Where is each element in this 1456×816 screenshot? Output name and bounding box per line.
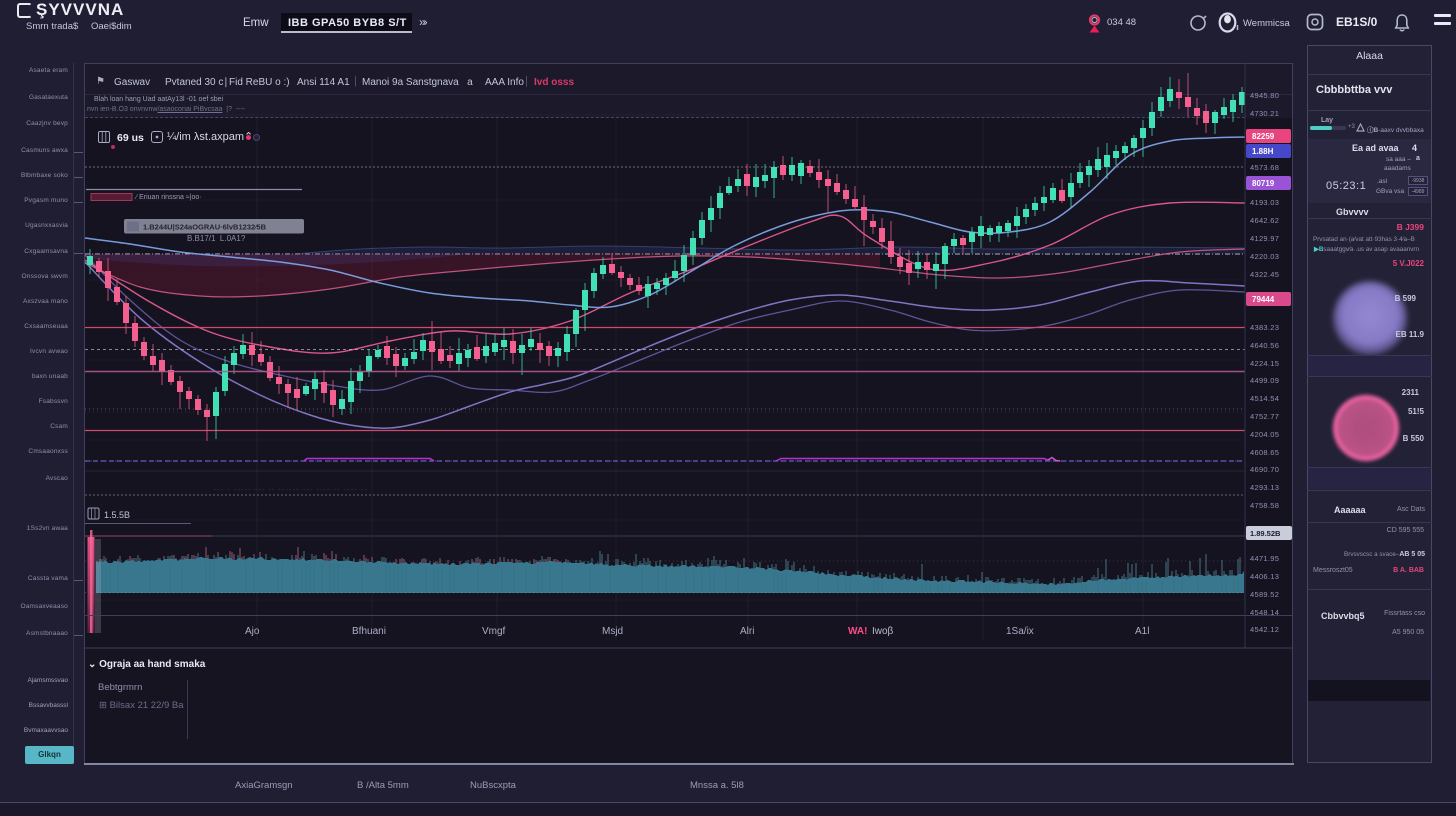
svg-text:WA!: WA! bbox=[848, 626, 867, 637]
svg-text:1.89.52B: 1.89.52B bbox=[1250, 529, 1281, 538]
svg-text:Vmgf: Vmgf bbox=[482, 626, 506, 637]
svg-text:--- - ----- --- -- ------ ---: --- - ----- --- -- ------ --- ---- -- --… bbox=[214, 487, 368, 493]
svg-text:Ajo: Ajo bbox=[245, 626, 260, 637]
svg-text:1.B244U|S24aOGRAU·6lvB1232⁄5B: 1.B244U|S24aOGRAU·6lvB1232⁄5B bbox=[143, 223, 267, 232]
svg-text:4542.12: 4542.12 bbox=[1250, 625, 1279, 634]
svg-text:4220.03: 4220.03 bbox=[1250, 252, 1279, 261]
svg-text:B.B17/1 L.0A1?: B.B17/1 L.0A1? bbox=[187, 234, 246, 243]
svg-text:4471.95: 4471.95 bbox=[1250, 554, 1279, 563]
svg-text:4730.21: 4730.21 bbox=[1250, 109, 1279, 118]
svg-text:4193.03: 4193.03 bbox=[1250, 198, 1279, 207]
svg-text:4129.97: 4129.97 bbox=[1250, 234, 1279, 243]
svg-text:4514.54: 4514.54 bbox=[1250, 394, 1279, 403]
svg-text:4640.56: 4640.56 bbox=[1250, 341, 1279, 350]
svg-text:4204.05: 4204.05 bbox=[1250, 430, 1279, 439]
svg-text:4548.14: 4548.14 bbox=[1250, 608, 1279, 617]
svg-text:4383.23: 4383.23 bbox=[1250, 323, 1279, 332]
svg-text:4752.77: 4752.77 bbox=[1250, 412, 1279, 421]
svg-text:4499.09: 4499.09 bbox=[1250, 376, 1279, 385]
svg-text:Alri: Alri bbox=[740, 626, 754, 637]
svg-text:A1l: A1l bbox=[1135, 626, 1149, 637]
svg-text:4945.80: 4945.80 bbox=[1250, 91, 1279, 100]
svg-text:Bfhuani: Bfhuani bbox=[352, 626, 386, 637]
svg-text:4573.68: 4573.68 bbox=[1250, 163, 1279, 172]
svg-text:1.5.5B: 1.5.5B bbox=[104, 510, 130, 520]
svg-text:4642.62: 4642.62 bbox=[1250, 216, 1279, 225]
svg-text:⁄ Eriuan rinssna ≈|oo·: ⁄ Eriuan rinssna ≈|oo· bbox=[134, 194, 202, 201]
svg-text:4758.58: 4758.58 bbox=[1250, 501, 1279, 510]
svg-text:4406.13: 4406.13 bbox=[1250, 572, 1279, 581]
svg-text:4322.45: 4322.45 bbox=[1250, 270, 1279, 279]
svg-text:79444: 79444 bbox=[1252, 295, 1275, 304]
svg-text:4608.65: 4608.65 bbox=[1250, 448, 1279, 457]
svg-text:4293.13: 4293.13 bbox=[1250, 483, 1279, 492]
svg-text:1.88H: 1.88H bbox=[1252, 147, 1274, 156]
svg-text:82259: 82259 bbox=[1252, 132, 1275, 141]
svg-text:4589.52: 4589.52 bbox=[1250, 590, 1279, 599]
svg-text:4224.15: 4224.15 bbox=[1250, 359, 1279, 368]
svg-text:4690.70: 4690.70 bbox=[1250, 465, 1279, 474]
svg-text:80719: 80719 bbox=[1252, 179, 1275, 188]
svg-text:Msjd: Msjd bbox=[602, 626, 623, 637]
svg-text:Iwoβ: Iwoβ bbox=[872, 626, 894, 637]
svg-text:1Sa/ix: 1Sa/ix bbox=[1006, 626, 1034, 637]
